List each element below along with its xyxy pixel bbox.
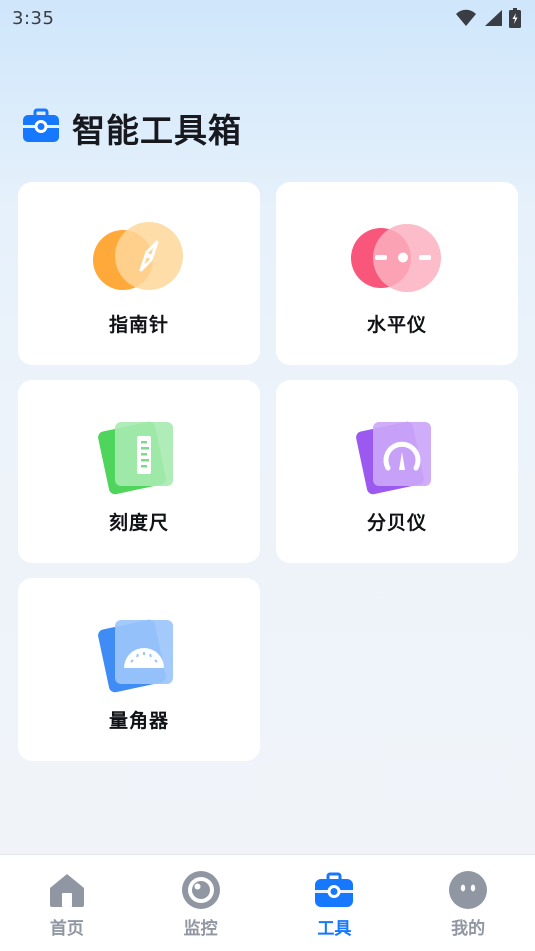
nav-label: 我的 <box>451 919 486 939</box>
tool-card-ruler[interactable]: 刻度尺 <box>18 380 260 563</box>
decibel-meter-icon <box>349 418 445 495</box>
battery-charging-icon <box>509 8 521 28</box>
tool-card-decibel[interactable]: 分贝仪 <box>276 380 518 563</box>
nav-label: 首页 <box>49 919 84 939</box>
status-bar: 3:35 <box>0 0 535 36</box>
status-time: 3:35 <box>12 7 55 29</box>
toolbox-icon <box>314 870 354 910</box>
nav-item-tools[interactable]: 工具 <box>289 870 379 939</box>
tool-label: 水平仪 <box>366 314 427 336</box>
page-title: 智能工具箱 <box>72 111 242 150</box>
tool-label: 刻度尺 <box>108 512 169 534</box>
camera-lens-icon <box>181 870 221 910</box>
nav-item-mine[interactable]: 我的 <box>423 870 513 939</box>
status-icons <box>455 8 521 28</box>
home-icon <box>47 870 87 910</box>
nav-label: 工具 <box>317 919 352 939</box>
nav-label: 监控 <box>183 919 218 939</box>
nav-item-monitor[interactable]: 监控 <box>156 870 246 939</box>
tool-label: 量角器 <box>108 710 169 732</box>
compass-icon <box>91 220 187 296</box>
tool-card-compass[interactable]: 指南针 <box>18 182 260 365</box>
toolbox-icon <box>22 108 60 148</box>
wifi-icon <box>455 9 477 27</box>
bottom-navigation: 首页 监控 工具 我的 <box>0 854 535 951</box>
protractor-icon <box>91 616 187 693</box>
signal-icon <box>483 9 503 27</box>
ruler-icon <box>91 418 187 495</box>
level-icon <box>349 220 445 296</box>
tool-card-level[interactable]: 水平仪 <box>276 182 518 365</box>
tools-grid: 指南针 水平仪 刻度尺 分贝仪 量角器 <box>18 182 518 761</box>
tool-label: 分贝仪 <box>366 512 427 534</box>
profile-face-icon <box>448 870 488 910</box>
tool-label: 指南针 <box>108 314 169 336</box>
tool-card-protractor[interactable]: 量角器 <box>18 578 260 761</box>
page-header: 智能工具箱 <box>22 104 242 152</box>
nav-item-home[interactable]: 首页 <box>22 870 112 939</box>
